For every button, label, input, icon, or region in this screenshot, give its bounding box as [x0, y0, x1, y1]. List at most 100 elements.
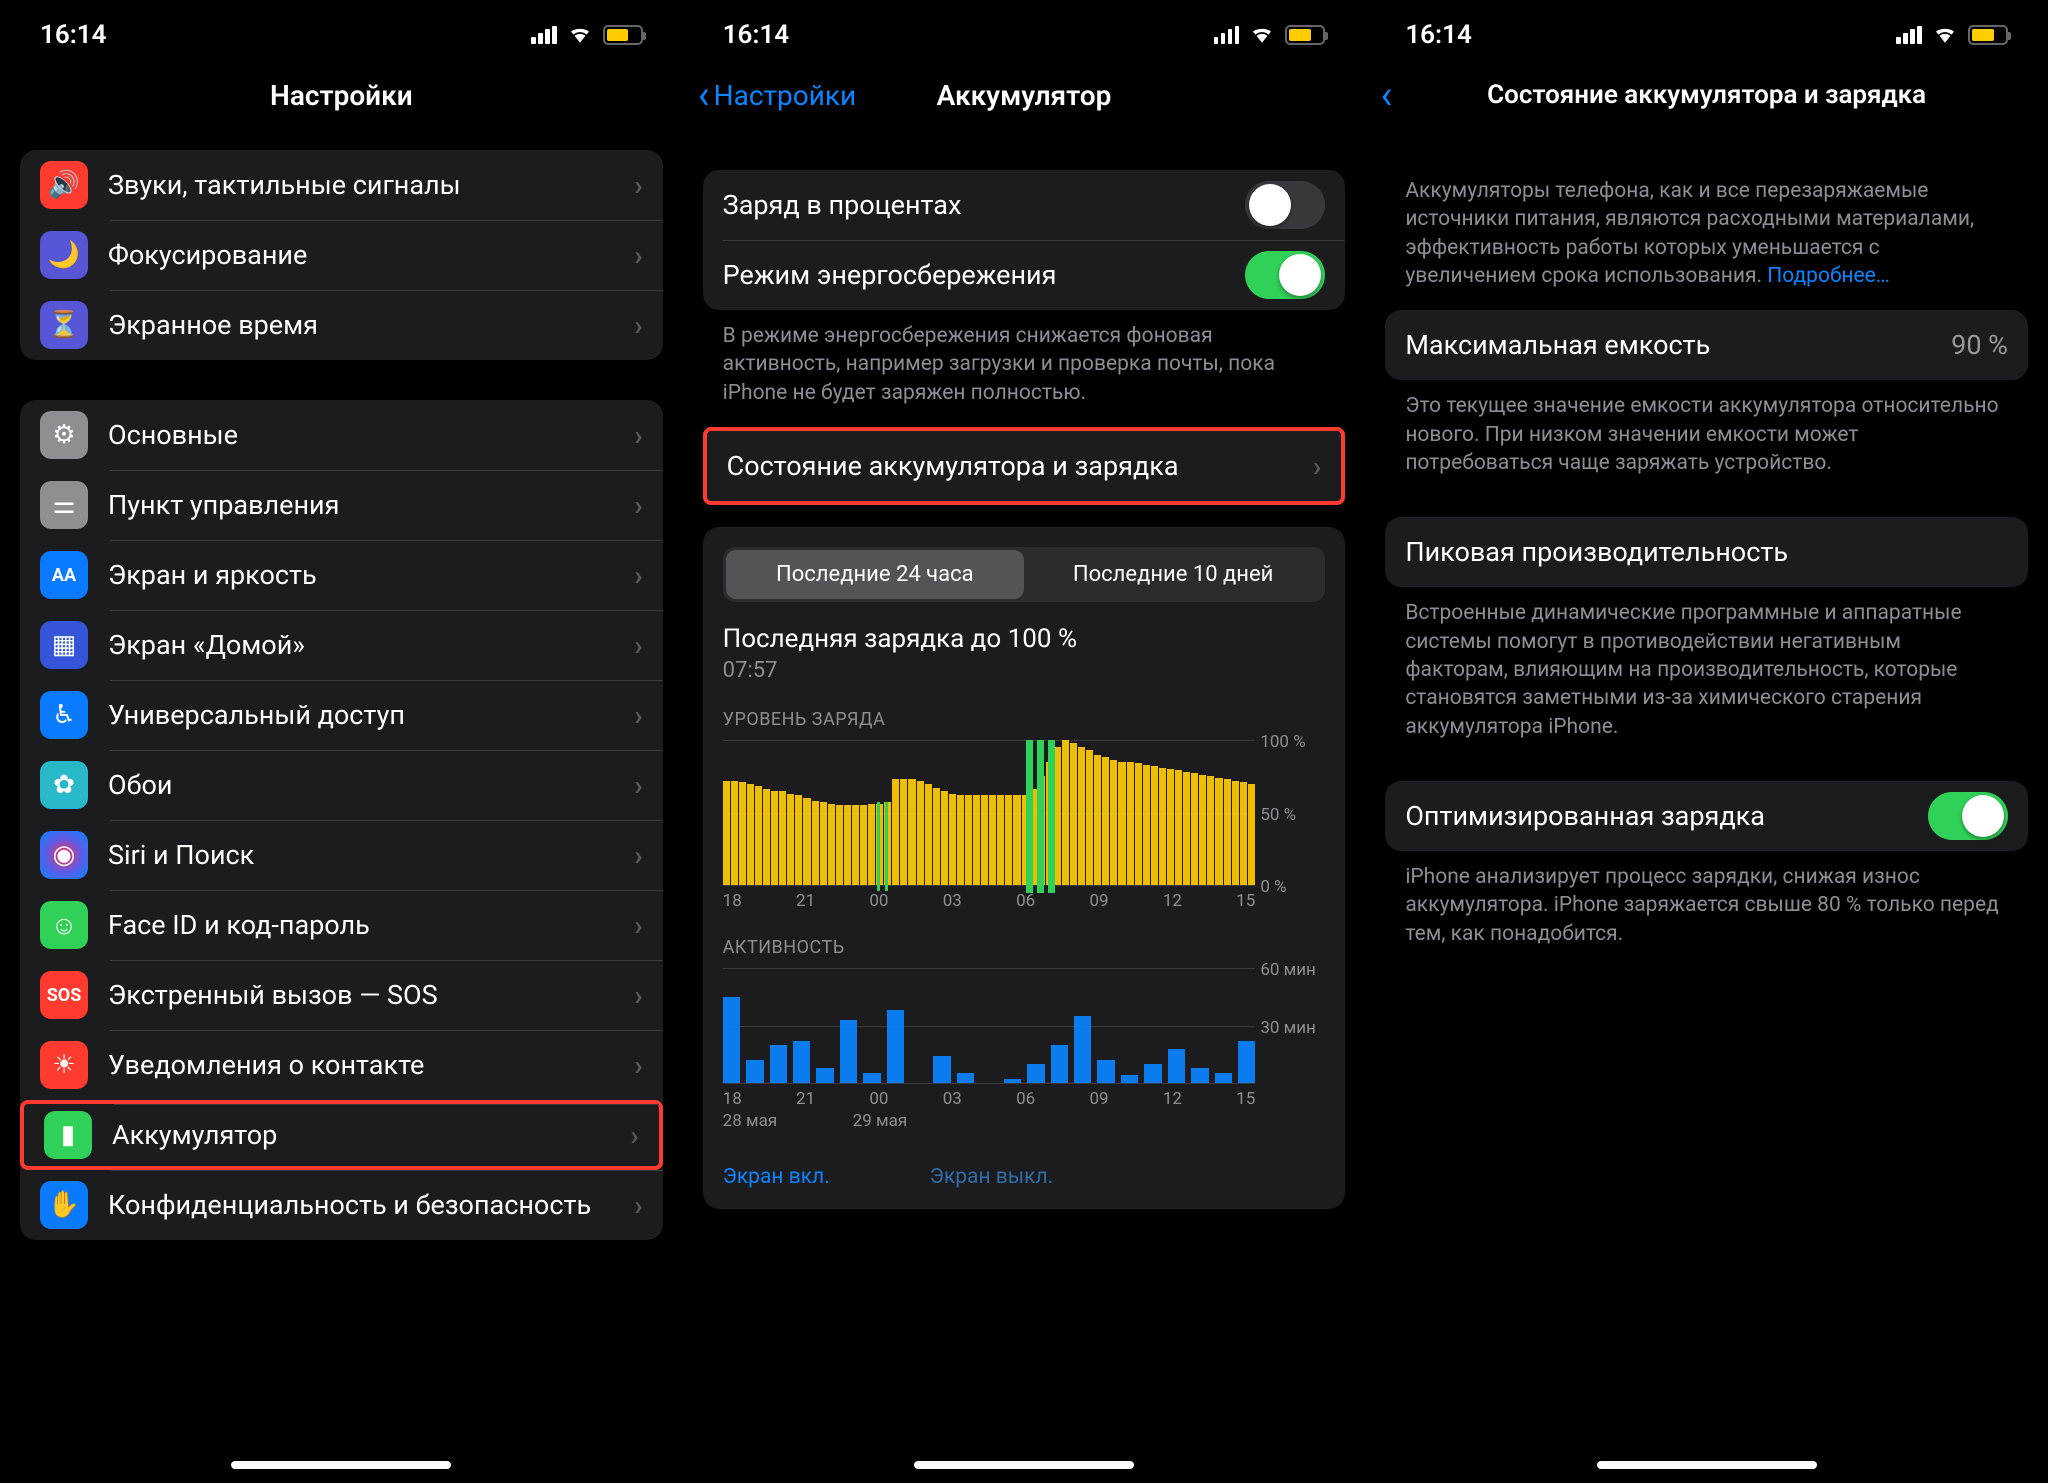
settings-row-label: Аккумулятор [112, 1119, 610, 1151]
status-time: 16:14 [40, 20, 107, 50]
low-power-mode-row[interactable]: Режим энергосбережения [703, 240, 1346, 310]
intro-text: Аккумуляторы телефона, как и все перезар… [1385, 165, 2028, 290]
status-bar: 16:14 [0, 0, 683, 60]
hourglass-icon: ⏳ [40, 301, 88, 349]
settings-row-sos[interactable]: SOS Экстренный вызов — SOS › [20, 960, 663, 1030]
activity-chart: 60 мин 30 мин [723, 968, 1326, 1083]
optimized-charging-toggle[interactable] [1928, 792, 2008, 840]
chevron-right-icon: › [634, 979, 642, 1012]
chevron-right-icon: › [634, 489, 642, 522]
settings-row-AA[interactable]: AA Экран и яркость › [20, 540, 663, 610]
cellular-icon [531, 26, 557, 44]
peak-performance-group: Пиковая производительность [1385, 517, 2028, 587]
back-button[interactable]: ‹ [1380, 60, 1392, 130]
max-capacity-footer: Это текущее значение емкости аккумулятор… [1385, 380, 2028, 477]
battery-percentage-row[interactable]: Заряд в процентах [703, 170, 1346, 240]
optimized-charging-group: Оптимизированная зарядка [1385, 781, 2028, 851]
settings-row-grid[interactable]: ▦Экран «Домой»› [20, 610, 663, 680]
battery-icon [1968, 25, 2008, 45]
settings-row-label: Экстренный вызов — SOS [108, 979, 614, 1011]
settings-row-access[interactable]: ♿︎Универсальный доступ› [20, 680, 663, 750]
siri-icon: ◉ [40, 831, 88, 879]
battery-health-row[interactable]: Состояние аккумулятора и зарядка › [707, 431, 1342, 501]
settings-row-battery[interactable]: ▮ Аккумулятор › [20, 1100, 663, 1170]
sos-icon: SOS [40, 971, 88, 1019]
face-icon: ☺ [40, 901, 88, 949]
chevron-right-icon: › [630, 1119, 638, 1152]
max-capacity-value: 90 % [1951, 329, 2008, 361]
battery-screen: 16:14 ‹ Настройки Аккумулятор Заряд в пр… [683, 0, 1366, 1483]
settings-row-label: Экранное время [108, 309, 614, 341]
peak-performance-row[interactable]: Пиковая производительность [1385, 517, 2028, 587]
home-indicator[interactable] [231, 1461, 451, 1469]
settings-row-moon[interactable]: 🌙Фокусирование› [20, 220, 663, 290]
settings-row-label: Face ID и код-пароль [108, 909, 614, 941]
battery-percentage-toggle[interactable] [1245, 181, 1325, 229]
chevron-right-icon: › [634, 629, 642, 662]
page-title: Состояние аккумулятора и зарядка [1487, 80, 1926, 110]
gear-icon: ⚙︎ [40, 411, 88, 459]
segment-10d[interactable]: Последние 10 дней [1024, 550, 1322, 599]
battery-icon: ▮ [44, 1111, 92, 1159]
time-range-segmented: Последние 24 часа Последние 10 дней [723, 547, 1326, 602]
settings-row-label: Фокусирование [108, 239, 614, 271]
max-capacity-row[interactable]: Максимальная емкость 90 % [1385, 310, 2028, 380]
wifi-icon [567, 20, 593, 50]
chart-legend: Экран вкл. Экран выкл. [723, 1165, 1326, 1189]
settings-screen: 16:14 Настройки 🔊Звуки, тактильные сигна… [0, 0, 683, 1483]
settings-row-exposure[interactable]: ☀Уведомления о контакте› [20, 1030, 663, 1100]
battery-health-screen: 16:14 ‹ Состояние аккумулятора и зарядка… [1365, 0, 2048, 1483]
nav-bar: ‹ Настройки Аккумулятор [683, 60, 1366, 130]
battery-icon [603, 25, 643, 45]
nav-bar: Настройки [0, 60, 683, 130]
settings-row-flower[interactable]: ✿Обои› [20, 750, 663, 820]
home-indicator[interactable] [1597, 1461, 1817, 1469]
battery-health-group-highlighted: Состояние аккумулятора и зарядка › [703, 427, 1346, 505]
exposure-icon: ☀ [40, 1041, 88, 1089]
back-button[interactable]: ‹ Настройки [698, 60, 857, 130]
status-indicators [531, 20, 643, 50]
status-bar: 16:14 [1365, 0, 2048, 60]
status-time: 16:14 [1405, 20, 1472, 50]
cellular-icon [1896, 26, 1922, 44]
optimized-charging-row[interactable]: Оптимизированная зарядка [1385, 781, 2028, 851]
legend-screen-off[interactable]: Экран выкл. [930, 1165, 1053, 1189]
chevron-right-icon: › [634, 419, 642, 452]
settings-row-label: Конфиденциальность и безопасность [108, 1189, 614, 1221]
home-indicator[interactable] [914, 1461, 1134, 1469]
chevron-right-icon: › [634, 769, 642, 802]
settings-row-hand[interactable]: ✋Конфиденциальность и безопасность› [20, 1170, 663, 1240]
settings-group-b: ⚙︎Основные›⚌Пункт управления› AA Экран и я… [20, 400, 663, 1240]
settings-row-label: Обои [108, 769, 614, 801]
settings-row-sound[interactable]: 🔊Звуки, тактильные сигналы› [20, 150, 663, 220]
settings-row-siri[interactable]: ◉Siri и Поиск› [20, 820, 663, 890]
chevron-right-icon: › [634, 1189, 642, 1222]
status-bar: 16:14 [683, 0, 1366, 60]
settings-row-label: Звуки, тактильные сигналы [108, 169, 614, 201]
settings-row-gear[interactable]: ⚙︎Основные› [20, 400, 663, 470]
AA-icon: AA [40, 551, 88, 599]
settings-row-label: Уведомления о контакте [108, 1049, 614, 1081]
segment-24h[interactable]: Последние 24 часа [726, 550, 1024, 599]
chevron-right-icon: › [634, 909, 642, 942]
settings-row-face[interactable]: ☺ Face ID и код-пароль › [20, 890, 663, 960]
learn-more-link[interactable]: Подробнее… [1767, 264, 1890, 288]
chevron-right-icon: › [634, 699, 642, 732]
chevron-right-icon: › [634, 169, 642, 202]
battery-toggles-group: Заряд в процентах Режим энергосбережения [703, 170, 1346, 310]
cellular-icon [1214, 26, 1240, 44]
settings-row-hourglass[interactable]: ⏳ Экранное время › [20, 290, 663, 360]
settings-row-label: Экран и яркость [108, 559, 614, 591]
battery-icon [1285, 25, 1325, 45]
chevron-left-icon: ‹ [698, 85, 710, 105]
low-power-mode-toggle[interactable] [1245, 251, 1325, 299]
wifi-icon [1932, 20, 1958, 50]
chevron-right-icon: › [634, 559, 642, 592]
status-indicators [1896, 20, 2008, 50]
legend-screen-on[interactable]: Экран вкл. [723, 1165, 830, 1189]
activity-label: АКТИВНОСТЬ [723, 937, 1326, 958]
settings-row-label: Siri и Поиск [108, 839, 614, 871]
chevron-right-icon: › [634, 309, 642, 342]
wifi-icon [1249, 20, 1275, 50]
settings-row-switches[interactable]: ⚌Пункт управления› [20, 470, 663, 540]
